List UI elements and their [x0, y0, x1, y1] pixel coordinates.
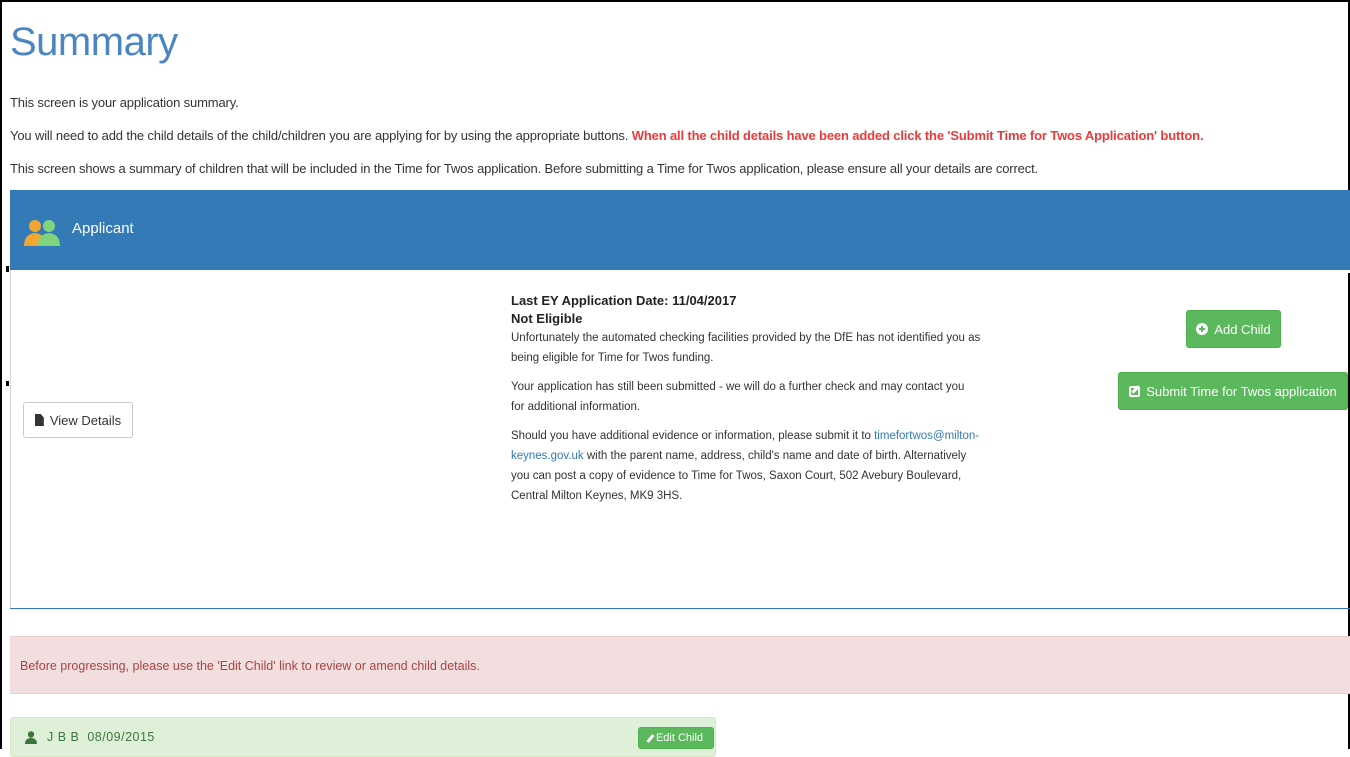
- intro-text-1: This screen is your application summary.: [10, 95, 239, 110]
- add-child-label: Add Child: [1214, 321, 1271, 337]
- view-details-button[interactable]: View Details: [23, 402, 133, 438]
- pencil-icon: [646, 733, 655, 743]
- edit-child-button[interactable]: Edit Child: [638, 727, 714, 749]
- applicant-panel-header: Applicant: [10, 190, 1350, 270]
- plus-circle-icon: [1196, 323, 1209, 335]
- panel-bottom-border: [10, 608, 1350, 609]
- view-details-label: View Details: [49, 412, 122, 428]
- child-dob: 08/09/2015: [87, 730, 155, 744]
- eligibility-message: Unfortunately the automated checking fac…: [511, 332, 981, 364]
- submit-application-button[interactable]: Submit Time for Twos application: [1118, 372, 1348, 410]
- submit-application-label: Submit Time for Twos application: [1146, 383, 1337, 399]
- people-icon: [24, 220, 60, 246]
- submission-message: Your application has still been submitte…: [511, 381, 965, 413]
- applicant-heading: Applicant: [72, 220, 134, 237]
- last-application-date: Last EY Application Date: 11/04/2017: [511, 293, 737, 308]
- add-child-button[interactable]: Add Child: [1186, 310, 1281, 348]
- edit-child-label: Edit Child: [655, 732, 704, 744]
- evidence-text-start: Should you have additional evidence or i…: [511, 430, 875, 442]
- document-icon: [34, 414, 44, 426]
- intro-warning: When all the child details have been add…: [631, 128, 1204, 143]
- child-summary: J B B 08/09/2015: [47, 730, 155, 744]
- person-icon: [25, 731, 37, 744]
- review-alert: Before progressing, please use the 'Edit…: [10, 636, 1350, 694]
- edit-square-icon: [1129, 385, 1141, 397]
- child-row: J B B 08/09/2015 Edit Child: [10, 717, 716, 757]
- divider: [6, 381, 9, 386]
- review-alert-text: Before progressing, please use the 'Edit…: [20, 659, 480, 673]
- intro-text-2: You will need to add the child details o…: [10, 128, 1204, 143]
- page-title: Summary: [10, 20, 178, 64]
- child-name: J B B: [47, 730, 80, 744]
- panel-border: [10, 270, 11, 609]
- evidence-message: Should you have additional evidence or i…: [511, 426, 981, 506]
- intro-instruction: You will need to add the child details o…: [10, 128, 632, 143]
- eligibility-status: Last EY Application Date: 11/04/2017 Not…: [511, 292, 981, 515]
- divider: [6, 266, 9, 272]
- eligibility-result: Not Eligible: [511, 311, 583, 326]
- intro-text-3: This screen shows a summary of children …: [10, 161, 1039, 176]
